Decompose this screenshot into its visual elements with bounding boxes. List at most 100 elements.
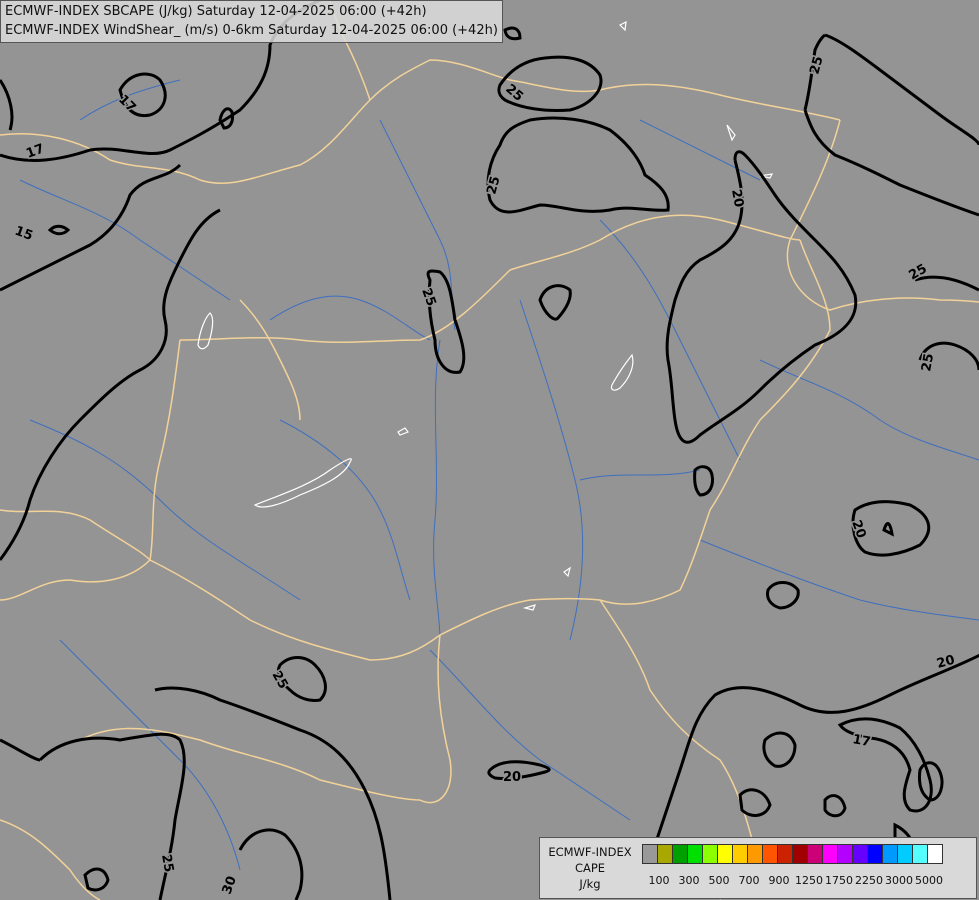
border	[239, 299, 301, 421]
cape-contours	[197, 20, 774, 611]
shear-contour	[426, 269, 466, 374]
cape-contour	[522, 604, 537, 611]
legend-tick-label: 1750	[825, 874, 853, 887]
legend-swatch	[672, 844, 688, 864]
legend-swatch	[642, 844, 658, 864]
shear-contour	[738, 788, 772, 817]
legend-swatch	[912, 844, 928, 864]
legend-swatch	[837, 844, 853, 864]
legend-title: ECMWF-INDEX CAPE J/kg	[542, 844, 638, 892]
legend-tick-label: 1250	[795, 874, 823, 887]
river	[379, 119, 456, 331]
contour-label: 25	[919, 352, 937, 372]
shear-contour	[665, 150, 858, 444]
legend-swatch	[882, 844, 898, 864]
title-line-2: ECMWF-INDEX WindShear_ (m/s) 0-6km Satur…	[5, 23, 498, 38]
legend-tick-label: 900	[768, 874, 790, 887]
legend-swatch	[852, 844, 868, 864]
river	[433, 339, 441, 641]
country-borders	[0, 0, 979, 900]
contour-labels: 25 17 17 15 25 25 25 20 25 25 20 20 17 2…	[11, 53, 958, 898]
rivers	[19, 79, 979, 871]
shear-contour	[914, 275, 979, 292]
border	[0, 509, 151, 561]
river	[269, 295, 431, 341]
border	[0, 819, 101, 900]
river	[639, 119, 761, 181]
river	[599, 219, 741, 461]
legend-unit: J/kg	[579, 877, 601, 891]
legend-tick-label: 5000	[915, 874, 943, 887]
contour-label: 20	[728, 188, 746, 208]
weather-map: 25 17 17 15 25 25 25 20 25 25 20 20 17 2…	[0, 0, 979, 900]
contour-label: 20	[503, 770, 521, 785]
legend-tick-labels: 100 300 500 700 900 1250 1750 2250 3000 5000	[642, 874, 972, 890]
map-title: ECMWF-INDEX SBCAPE (J/kg) Saturday 12-04…	[0, 0, 503, 43]
contour-label: 25	[807, 55, 826, 76]
contour-label: 25	[158, 853, 176, 873]
border	[0, 59, 841, 184]
title-line-1: ECMWF-INDEX SBCAPE (J/kg) Saturday 12-04…	[5, 4, 427, 19]
cape-contour	[618, 20, 627, 32]
legend-swatch	[807, 844, 823, 864]
border	[599, 599, 761, 871]
shear-contour	[0, 79, 14, 131]
shear-contour	[0, 208, 221, 561]
shear-contour	[238, 828, 304, 900]
border	[419, 634, 452, 804]
contour-label: 25	[907, 261, 930, 283]
cape-contour	[197, 312, 214, 350]
legend-tick-label: 700	[738, 874, 760, 887]
river	[699, 539, 979, 621]
shear-contour	[766, 581, 800, 610]
border	[179, 214, 801, 343]
shear-contour	[47, 224, 71, 236]
legend-swatch	[657, 844, 673, 864]
shear-contour	[762, 731, 797, 768]
legend-tick-label: 3000	[885, 874, 913, 887]
shear-contour	[154, 686, 392, 900]
cape-contour	[563, 566, 571, 578]
cape-contour	[397, 427, 409, 436]
legend-swatch	[717, 844, 733, 864]
cape-legend: ECMWF-INDEX CAPE J/kg 100 300 500 700 900 125…	[539, 837, 977, 899]
contour-label: 17	[851, 732, 871, 750]
legend-swatch	[747, 844, 763, 864]
legend-title-line-1: ECMWF-INDEX	[548, 845, 632, 859]
river	[29, 419, 301, 601]
river	[429, 649, 631, 821]
shear-contour	[882, 522, 894, 537]
legend-tick-label: 2250	[855, 874, 883, 887]
shear-contour	[823, 794, 847, 818]
contour-label: 30	[220, 874, 240, 896]
shear-contour	[538, 284, 572, 321]
shear-contour	[503, 26, 522, 41]
legend-tick-label: 300	[678, 874, 700, 887]
shear-contour	[648, 653, 979, 861]
legend-swatch	[762, 844, 778, 864]
cape-contour	[610, 353, 634, 391]
legend-tick-label: 100	[648, 874, 670, 887]
river	[579, 469, 701, 481]
contour-label: 25	[484, 175, 503, 196]
border	[786, 119, 979, 311]
legend-swatch	[702, 844, 718, 864]
legend-color-scale	[642, 844, 943, 864]
contour-label: 20	[935, 653, 956, 672]
legend-swatch	[822, 844, 838, 864]
shear-contour	[38, 732, 186, 900]
contour-label: 25	[418, 286, 438, 308]
river	[519, 299, 584, 641]
legend-swatch	[687, 844, 703, 864]
shear-contour	[824, 33, 979, 146]
river	[59, 639, 241, 871]
legend-swatch	[867, 844, 883, 864]
legend-swatch	[732, 844, 748, 864]
river	[19, 179, 231, 301]
legend-swatch	[777, 844, 793, 864]
shear-contour	[486, 116, 670, 214]
legend-swatch	[792, 844, 808, 864]
legend-tick-label: 500	[708, 874, 730, 887]
shear-contour	[0, 738, 41, 762]
wind-shear-contours	[0, 0, 979, 900]
